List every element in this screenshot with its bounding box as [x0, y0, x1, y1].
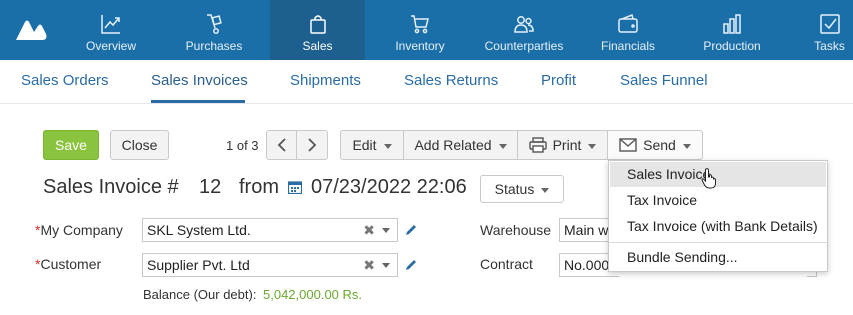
chevron-right-icon [308, 138, 317, 152]
nav-production-label: Production [703, 39, 761, 53]
chevron-down-icon [541, 187, 550, 193]
nav-counterparties-label: Counterparties [484, 39, 564, 53]
company-value: SKL System Ltd. [147, 222, 251, 238]
app-logo[interactable] [12, 12, 48, 48]
chevron-down-icon [498, 143, 507, 149]
tab-shipments[interactable]: Shipments [290, 72, 361, 89]
warehouse-label: Warehouse [480, 222, 552, 238]
nav-purchases-label: Purchases [185, 39, 243, 53]
nav-production[interactable]: Production [694, 0, 770, 60]
hand-truck-icon [207, 14, 222, 34]
clear-icon[interactable]: ✖ [363, 222, 375, 239]
company-label-text: My Company [40, 222, 123, 238]
add-related-button[interactable]: Add Related [403, 130, 518, 160]
bar-chart-icon [723, 14, 741, 34]
balance-label: Balance (Our debt): [143, 287, 257, 302]
send-label: Send [643, 137, 676, 153]
cart-icon [411, 15, 429, 34]
tab-sales-orders[interactable]: Sales Orders [21, 72, 109, 89]
invoice-number[interactable]: 12 [199, 176, 221, 199]
status-button[interactable]: Status [480, 175, 564, 203]
nav-purchases[interactable]: Purchases [172, 0, 256, 60]
printer-icon [528, 137, 547, 153]
chevron-down-icon [383, 143, 392, 149]
send-button[interactable]: Send [607, 130, 703, 160]
company-label: *My Company [35, 222, 123, 238]
invoice-date[interactable]: 07/23/2022 22:06 [311, 176, 467, 199]
edit-label: Edit [352, 137, 377, 153]
tab-profit[interactable]: Profit [541, 72, 576, 89]
next-button[interactable] [296, 130, 328, 160]
chevron-down-icon [682, 143, 691, 149]
active-tab-indicator [151, 100, 245, 103]
customer-label-text: Customer [40, 256, 102, 272]
menu-item-tax-invoice[interactable]: Tax Invoice [610, 188, 826, 213]
edit-pencil-icon[interactable] [404, 223, 418, 237]
nav-financials-label: Financials [600, 39, 656, 53]
save-button[interactable]: Save [43, 130, 99, 160]
balance-value: 5,042,000.00 Rs. [263, 287, 363, 302]
shopping-bag-icon [309, 15, 326, 34]
menu-divider [609, 242, 827, 243]
clear-icon[interactable]: ✖ [363, 257, 375, 274]
from-label: from [239, 176, 279, 198]
menu-item-tax-invoice-bank[interactable]: Tax Invoice (with Bank Details) [610, 214, 826, 239]
status-label: Status [494, 181, 535, 197]
chart-line-icon [101, 15, 120, 34]
nav-counterparties[interactable]: Counterparties [476, 0, 572, 60]
contract-label: Contract [480, 256, 533, 272]
edit-button[interactable]: Edit [340, 130, 404, 160]
page-title: Sales Invoice # [43, 176, 179, 198]
print-button[interactable]: Print [517, 130, 608, 160]
customer-label: *Customer [35, 256, 101, 272]
previous-button[interactable] [266, 130, 297, 160]
edit-pencil-icon[interactable] [404, 258, 418, 272]
tab-sales-funnel[interactable]: Sales Funnel [620, 72, 708, 89]
chevron-left-icon [277, 138, 286, 152]
top-navigation: Overview Purchases Sales Inventory Count… [0, 0, 853, 60]
close-button[interactable]: Close [110, 130, 169, 160]
nav-sales[interactable]: Sales [270, 0, 365, 60]
customer-field[interactable]: Supplier Pvt. Ltd ✖ [142, 253, 398, 277]
nav-inventory-label: Inventory [395, 39, 445, 53]
nav-tasks-label: Tasks [814, 39, 845, 53]
chevron-down-icon[interactable] [382, 228, 390, 233]
customer-value: Supplier Pvt. Ltd [147, 257, 250, 273]
tab-sales-invoices[interactable]: Sales Invoices [151, 72, 248, 89]
tab-sales-returns[interactable]: Sales Returns [404, 72, 498, 89]
company-field[interactable]: SKL System Ltd. ✖ [142, 218, 398, 242]
nav-overview[interactable]: Overview [73, 0, 149, 60]
nav-inventory[interactable]: Inventory [382, 0, 458, 60]
add-related-label: Add Related [414, 137, 492, 153]
pager-text: 1 of 3 [226, 138, 259, 153]
chevron-down-icon [588, 143, 597, 149]
nav-sales-label: Sales [302, 39, 333, 53]
hand-pointer-cursor-icon [701, 168, 716, 189]
nav-overview-label: Overview [85, 39, 136, 53]
menu-item-bundle-sending[interactable]: Bundle Sending... [610, 245, 826, 270]
calendar-icon[interactable] [288, 180, 302, 194]
chevron-down-icon[interactable] [382, 263, 390, 268]
nav-financials[interactable]: Financials [590, 0, 666, 60]
envelope-icon [619, 138, 637, 152]
nav-tasks[interactable]: Tasks [806, 0, 853, 60]
wallet-icon [618, 13, 638, 33]
print-label: Print [552, 137, 582, 153]
people-icon [514, 16, 534, 33]
checkbox-icon [819, 14, 840, 34]
